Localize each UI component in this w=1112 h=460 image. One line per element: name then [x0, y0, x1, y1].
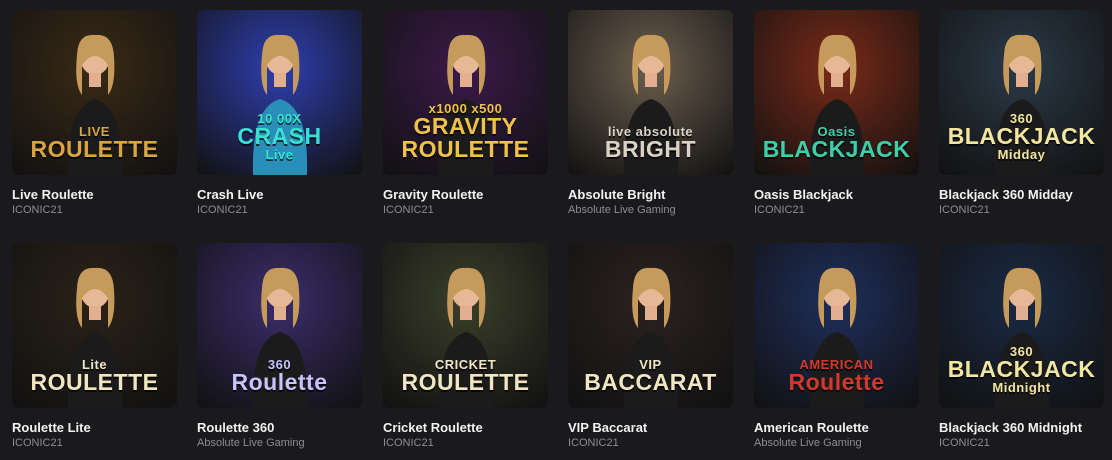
game-thumbnail[interactable]: VIP BACCARAT — [568, 243, 733, 408]
game-title[interactable]: Blackjack 360 Midday — [939, 187, 1104, 202]
game-provider: ICONIC21 — [939, 204, 990, 216]
game-provider: ICONIC21 — [12, 204, 63, 216]
game-provider: ICONIC21 — [568, 437, 619, 449]
game-logo: x1000 x500 GRAVITY ROULETTE — [387, 102, 544, 161]
game-logo: 360 Roulette — [201, 358, 358, 394]
game-logo-main: BLACKJACK — [947, 123, 1096, 149]
game-thumbnail[interactable]: live absolute BRIGHT — [568, 10, 733, 175]
game-provider: ICONIC21 — [383, 204, 434, 216]
game-title[interactable]: Gravity Roulette — [383, 187, 548, 202]
game-provider: Absolute Live Gaming — [568, 204, 676, 216]
game-card-cricket-roulette[interactable]: CRICKET ROULETTE Cricket Roulette ICONIC… — [383, 243, 548, 449]
game-card-live-roulette[interactable]: LIVE ROULETTE Live Roulette ICONIC21 — [12, 10, 177, 216]
game-provider: ICONIC21 — [754, 204, 805, 216]
game-logo: Lite ROULETTE — [16, 358, 173, 394]
game-provider: ICONIC21 — [383, 437, 434, 449]
game-title[interactable]: Crash Live — [197, 187, 362, 202]
game-card-blackjack-360-midnight[interactable]: 360 BLACKJACK Midnight Blackjack 360 Mid… — [939, 243, 1104, 449]
game-logo-main: ROULETTE — [30, 369, 159, 395]
game-logo-main: ROULETTE — [30, 136, 159, 162]
game-provider: Absolute Live Gaming — [197, 437, 305, 449]
game-card-roulette-lite[interactable]: Lite ROULETTE Roulette Lite ICONIC21 — [12, 243, 177, 449]
game-title[interactable]: Live Roulette — [12, 187, 177, 202]
game-logo-main: GRAVITY ROULETTE — [401, 113, 530, 162]
game-logo-main: BLACKJACK — [947, 356, 1096, 382]
game-provider: ICONIC21 — [197, 204, 248, 216]
game-logo-main: Roulette — [231, 369, 328, 395]
game-title[interactable]: VIP Baccarat — [568, 420, 733, 435]
game-thumbnail[interactable]: AMERICAN Roulette — [754, 243, 919, 408]
game-title[interactable]: Blackjack 360 Midnight — [939, 420, 1104, 435]
game-thumbnail[interactable]: 360 BLACKJACK Midnight — [939, 243, 1104, 408]
game-logo: VIP BACCARAT — [572, 358, 729, 394]
game-title[interactable]: Cricket Roulette — [383, 420, 548, 435]
game-grid: LIVE ROULETTE Live Roulette ICONIC21 10 … — [0, 0, 1112, 460]
game-thumbnail[interactable]: CRICKET ROULETTE — [383, 243, 548, 408]
game-card-crash-live[interactable]: 10 00X CRASH Live Crash Live ICONIC21 — [197, 10, 362, 216]
game-logo-main: BLACKJACK — [762, 136, 911, 162]
game-card-oasis-blackjack[interactable]: Oasis BLACKJACK Oasis Blackjack ICONIC21 — [754, 10, 919, 216]
game-thumbnail[interactable]: Oasis BLACKJACK — [754, 10, 919, 175]
game-logo-main: ROULETTE — [401, 369, 530, 395]
game-thumbnail[interactable]: 10 00X CRASH Live — [197, 10, 362, 175]
game-logo: 360 BLACKJACK Midday — [943, 112, 1100, 161]
game-card-roulette-360[interactable]: 360 Roulette Roulette 360 Absolute Live … — [197, 243, 362, 449]
game-logo: live absolute BRIGHT — [572, 125, 729, 161]
game-provider: ICONIC21 — [12, 437, 63, 449]
game-logo: 360 BLACKJACK Midnight — [943, 345, 1100, 394]
game-title[interactable]: Oasis Blackjack — [754, 187, 919, 202]
game-thumbnail[interactable]: 360 Roulette — [197, 243, 362, 408]
game-thumbnail[interactable]: LIVE ROULETTE — [12, 10, 177, 175]
game-provider: Absolute Live Gaming — [754, 437, 862, 449]
game-card-american-roulette[interactable]: AMERICAN Roulette American Roulette Abso… — [754, 243, 919, 449]
game-card-blackjack-360-midday[interactable]: 360 BLACKJACK Midday Blackjack 360 Midda… — [939, 10, 1104, 216]
game-logo: CRICKET ROULETTE — [387, 358, 544, 394]
game-title[interactable]: Absolute Bright — [568, 187, 733, 202]
game-card-absolute-bright[interactable]: live absolute BRIGHT Absolute Bright Abs… — [568, 10, 733, 216]
game-logo-main: Roulette — [788, 369, 885, 395]
game-title[interactable]: American Roulette — [754, 420, 919, 435]
game-logo-bottom: Midday — [997, 147, 1046, 162]
game-logo-main: BRIGHT — [604, 136, 697, 162]
game-logo: Oasis BLACKJACK — [758, 125, 915, 161]
game-logo-bottom: Live — [265, 147, 294, 162]
game-logo-bottom: Midnight — [992, 380, 1051, 395]
game-card-gravity-roulette[interactable]: x1000 x500 GRAVITY ROULETTE Gravity Roul… — [383, 10, 548, 216]
game-thumbnail[interactable]: 360 BLACKJACK Midday — [939, 10, 1104, 175]
game-thumbnail[interactable]: x1000 x500 GRAVITY ROULETTE — [383, 10, 548, 175]
game-logo: AMERICAN Roulette — [758, 358, 915, 394]
game-title[interactable]: Roulette Lite — [12, 420, 177, 435]
game-logo-main: CRASH — [237, 123, 322, 149]
game-logo: LIVE ROULETTE — [16, 125, 173, 161]
game-provider: ICONIC21 — [939, 437, 990, 449]
game-title[interactable]: Roulette 360 — [197, 420, 362, 435]
game-logo: 10 00X CRASH Live — [201, 112, 358, 161]
game-card-vip-baccarat[interactable]: VIP BACCARAT VIP Baccarat ICONIC21 — [568, 243, 733, 449]
game-thumbnail[interactable]: Lite ROULETTE — [12, 243, 177, 408]
game-logo-main: BACCARAT — [584, 369, 717, 395]
